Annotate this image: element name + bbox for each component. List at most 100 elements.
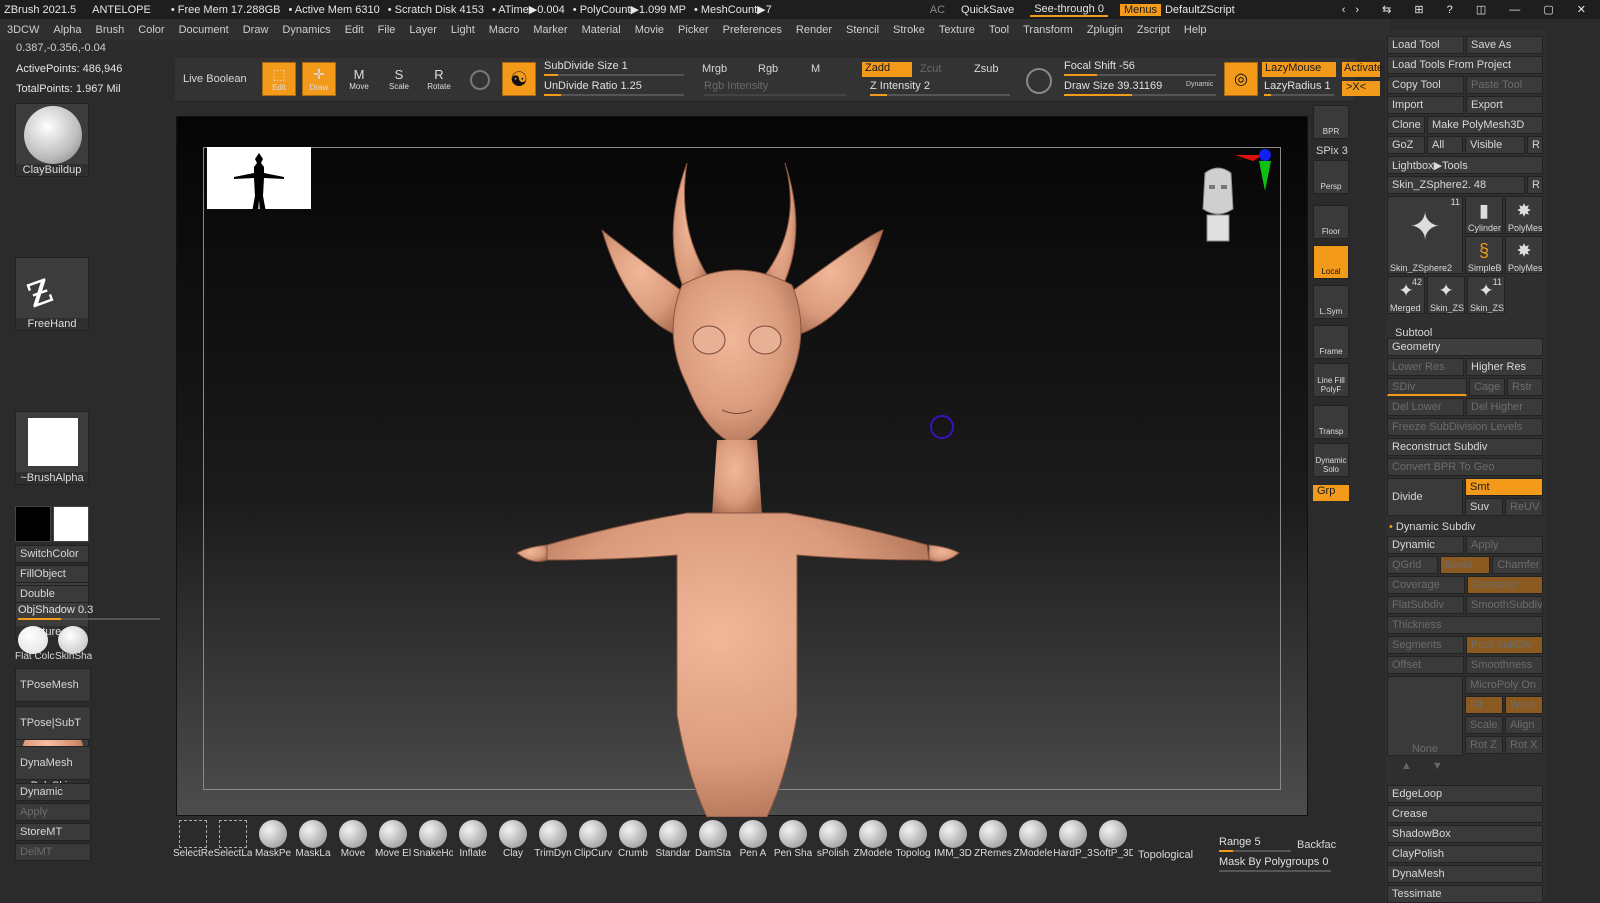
grp-button[interactable]: Grp [1313, 485, 1349, 501]
apply-button[interactable]: Apply [15, 803, 91, 821]
menu-file[interactable]: File [371, 24, 403, 36]
fill-object-button[interactable]: FillObject [15, 565, 89, 583]
load-tools-from-project-button[interactable]: Load Tools From Project [1387, 56, 1543, 74]
draw-button[interactable]: ✛ Draw [302, 62, 336, 96]
menu-brush[interactable]: Brush [89, 24, 132, 36]
secondary-color-swatch[interactable] [15, 506, 51, 542]
lazymouse-button[interactable]: LazyMouse [1262, 62, 1336, 77]
rgb-button[interactable]: Rgb [758, 63, 778, 75]
focal-shift-slider[interactable]: Focal Shift -56 [1060, 60, 1220, 78]
thickness-slider[interactable]: Thickness [1387, 616, 1543, 634]
convert-bpr-button[interactable]: Convert BPR To Geo [1387, 458, 1543, 476]
qgrid-slider[interactable]: QGrid [1387, 556, 1438, 574]
undivide-ratio-slider[interactable]: UnDivide Ratio 1.25 [540, 80, 688, 98]
edit-button[interactable]: ⬚ Edit [262, 62, 296, 96]
focal-icon[interactable] [1026, 68, 1052, 94]
suv-toggle[interactable]: Suv [1465, 498, 1503, 516]
shelf-brush[interactable]: SoftP_3D [1093, 820, 1133, 882]
menu-transform[interactable]: Transform [1016, 24, 1080, 36]
stroke-selector[interactable]: ƶ FreeHand [15, 257, 89, 331]
shelf-brush[interactable]: Standar [654, 820, 692, 882]
tpose-mesh-button[interactable]: TPoseMesh [15, 668, 91, 702]
bevel-toggle[interactable]: Bevel [1439, 556, 1491, 574]
coverage-slider[interactable]: Coverage [1387, 576, 1465, 594]
shelf-brush[interactable]: MaskLa [294, 820, 332, 882]
persp-button[interactable]: Persp [1313, 160, 1349, 194]
save-as-button[interactable]: Save As [1466, 36, 1543, 54]
shelf-brush[interactable]: Crumb [614, 820, 652, 882]
shelf-brush[interactable]: SelectLa [214, 820, 252, 882]
goz-visible-button[interactable]: Visible [1465, 136, 1525, 154]
shelf-brush[interactable]: Clay [494, 820, 532, 882]
menu-document[interactable]: Document [172, 24, 236, 36]
alpha-selector[interactable]: ~BrushAlpha [15, 411, 89, 485]
shelf-brush[interactable]: Pen A [734, 820, 772, 882]
shelf-brush[interactable]: sPolish [814, 820, 852, 882]
rgb-intensity-slider[interactable]: Rgb Intensity [700, 80, 850, 98]
tool-thumb[interactable]: ✦ Skin_ZS [1427, 276, 1465, 314]
shelf-brush[interactable]: ZRemes [974, 820, 1012, 882]
cage-button[interactable]: Cage [1469, 378, 1505, 396]
menu-dynamics[interactable]: Dynamics [275, 24, 337, 36]
x-axis-symmetry-button[interactable]: >X< [1342, 81, 1380, 96]
menu-movie[interactable]: Movie [628, 24, 671, 36]
goz-button[interactable]: GoZ [1387, 136, 1425, 154]
brush-selector[interactable]: ClayBuildup [15, 103, 89, 177]
claypolish-section[interactable]: ClayPolish [1387, 845, 1543, 863]
canvas-viewport[interactable] [176, 116, 1308, 817]
lsym-button[interactable]: L.Sym [1313, 285, 1349, 319]
flat-color-material-icon[interactable] [18, 626, 48, 654]
shelf-brush[interactable]: Move [334, 820, 372, 882]
tool-thumb[interactable]: ✦ 11 Skin_ZS [1467, 276, 1505, 314]
floor-button[interactable]: Floor [1313, 205, 1349, 239]
dynamic-size-toggle[interactable]: Dynamic [1186, 81, 1213, 88]
shelf-brush[interactable]: ZModele [854, 820, 892, 882]
polyf-button[interactable]: Line Fill PolyF [1313, 363, 1349, 397]
menu-marker[interactable]: Marker [526, 24, 574, 36]
obj-shadow-slider[interactable]: ObjShadow 0.3 [14, 604, 164, 622]
menu-render[interactable]: Render [789, 24, 839, 36]
antelope-model[interactable] [357, 155, 1127, 817]
window-controls[interactable]: ‹› ⇆ ⊞ ? ◫ — ▢ ✕ [1338, 3, 1600, 16]
menu-macro[interactable]: Macro [482, 24, 527, 36]
range-slider[interactable]: Range 5 [1215, 836, 1295, 854]
tool-thumb[interactable]: ✦ 42 Merged [1387, 276, 1425, 314]
topological-toggle[interactable]: Topological [1138, 849, 1193, 861]
menu-alpha[interactable]: Alpha [46, 24, 88, 36]
micropoly-on-toggle[interactable]: MicroPoly On [1465, 676, 1543, 694]
current-tool-slider[interactable]: Skin_ZSphere2. 48 [1387, 176, 1525, 194]
m-button[interactable]: M [811, 63, 820, 75]
menu-help[interactable]: Help [1177, 24, 1214, 36]
menu-texture[interactable]: Texture [932, 24, 982, 36]
menus-button[interactable]: Menus [1119, 3, 1161, 16]
store-mt-button[interactable]: StoreMT [15, 823, 91, 841]
current-tool-r-button[interactable]: R [1527, 176, 1543, 194]
smt-toggle[interactable]: Smt [1465, 478, 1543, 496]
rot-z-toggle[interactable]: Rot Z [1465, 736, 1503, 754]
dynamesh-button[interactable]: DynaMesh [15, 746, 91, 780]
post-subdiv-toggle[interactable]: Post SubDiv [1466, 636, 1543, 654]
menu-zscript[interactable]: Zscript [1130, 24, 1177, 36]
transp-button[interactable]: Transp [1313, 405, 1349, 439]
smoothness-slider[interactable]: Smoothness [1466, 656, 1543, 674]
geometry-section[interactable]: Geometry [1387, 338, 1543, 356]
main-color-swatch[interactable] [53, 506, 89, 542]
menu-edit[interactable]: Edit [338, 24, 371, 36]
z-intensity-slider[interactable]: Z Intensity 2 [866, 80, 1014, 98]
shelf-brush[interactable]: SelectRe [173, 820, 213, 882]
scale-button[interactable]: S Scale [382, 62, 416, 96]
shelf-brush[interactable]: IMM_3D [934, 820, 972, 882]
make-polymesh-button[interactable]: Make PolyMesh3D [1427, 116, 1543, 134]
menu-material[interactable]: Material [575, 24, 628, 36]
sphere-icon[interactable] [470, 70, 490, 90]
backface-toggle[interactable]: Backfac [1297, 839, 1336, 851]
activate-symmetry-button[interactable]: Activate [1342, 62, 1383, 77]
copy-tool-button[interactable]: Copy Tool [1387, 76, 1464, 94]
reuv-toggle[interactable]: ReUV [1505, 498, 1543, 516]
flat-subdiv-slider[interactable]: FlatSubdiv [1387, 596, 1464, 614]
shelf-brush[interactable]: SnakeHo [413, 820, 453, 882]
export-button[interactable]: Export [1466, 96, 1543, 114]
del-higher-button[interactable]: Del Higher [1466, 398, 1543, 416]
chamfer-toggle[interactable]: Chamfer [1492, 556, 1544, 574]
menu-stencil[interactable]: Stencil [839, 24, 886, 36]
